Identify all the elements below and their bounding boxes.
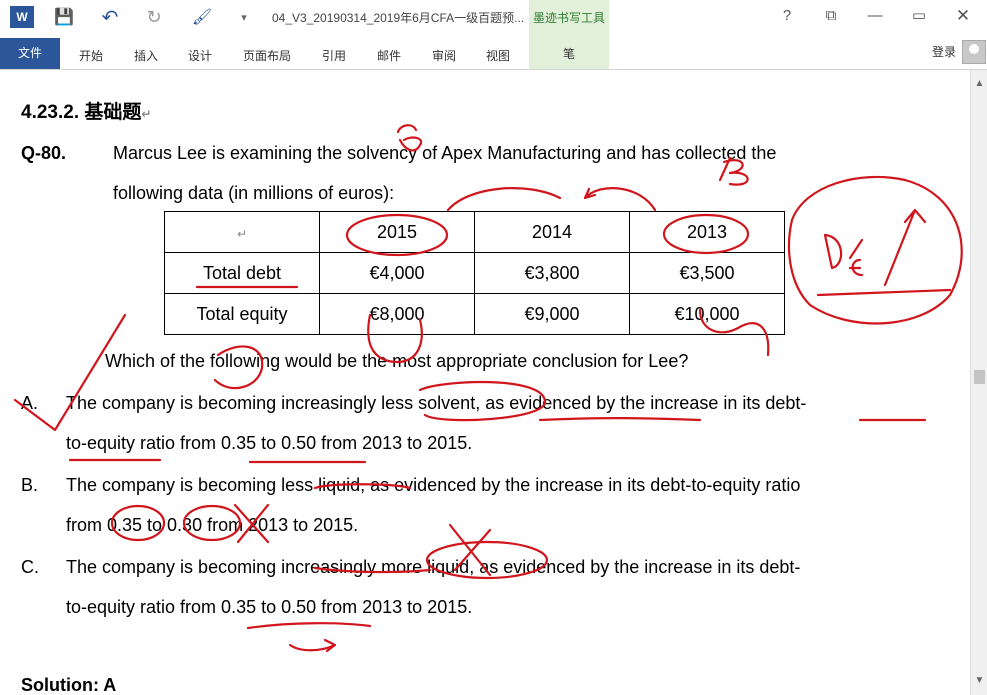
ink-d — [823, 233, 843, 270]
table-row: Total debt €4,000 €3,800 €3,500 — [164, 252, 785, 294]
scroll-up-icon[interactable]: ▲ — [971, 78, 987, 92]
tab-page-layout[interactable]: 页面布局 — [243, 47, 291, 64]
scroll-down-icon[interactable]: ▼ — [971, 675, 987, 689]
save-icon[interactable]: 💾 — [52, 6, 76, 28]
tab-review[interactable]: 审阅 — [432, 47, 456, 64]
table-cell: Total debt — [164, 252, 320, 294]
help-button[interactable]: ? — [772, 4, 802, 28]
option-c-line-2: to-equity ratio from 0.35 to 0.50 from 2… — [66, 597, 473, 617]
ink-underline-de — [816, 288, 952, 297]
question-stem-line-2: following data (in millions of euros): — [113, 183, 395, 203]
redo-icon[interactable]: ↻ — [142, 6, 166, 28]
table-cell: €3,800 — [474, 252, 630, 294]
customize-qat-icon[interactable]: ▾ — [236, 6, 252, 28]
question-prompt: Which of the following would be the most… — [105, 351, 689, 371]
table-header-cell: 2014 — [474, 211, 630, 253]
ink-small-arrow — [288, 638, 337, 653]
table-cell: €10,000 — [629, 293, 785, 335]
table-header-cell: 2013 — [629, 211, 785, 253]
vertical-scrollbar[interactable]: ▲ ▼ — [970, 70, 987, 695]
tab-ink-tools[interactable]: 墨迹书写工具 笔 — [529, 0, 609, 69]
restore-button[interactable]: ▭ — [904, 4, 934, 28]
tab-file[interactable]: 文件 — [0, 38, 60, 69]
document-page[interactable]: 4.23.2. 基础题↵ Q-80. Marcus Lee is examini… — [0, 70, 970, 695]
tab-mailings[interactable]: 邮件 — [377, 47, 401, 64]
question-stem-line-1: Marcus Lee is examining the solvency of … — [113, 143, 777, 163]
option-a-line-1: The company is becoming increasingly les… — [66, 393, 807, 413]
option-b-letter: B. — [21, 475, 39, 495]
tab-view[interactable]: 视图 — [486, 47, 510, 64]
table-row: Total equity €8,000 €9,000 €10,000 — [164, 293, 785, 335]
avatar[interactable] — [962, 40, 986, 64]
table-cell: €9,000 — [474, 293, 630, 335]
tab-references[interactable]: 引用 — [322, 47, 346, 64]
solution-label: Solution: A — [21, 675, 117, 695]
table-cell: €4,000 — [319, 252, 475, 294]
ink-underline-a-line2 — [68, 458, 367, 464]
ink-arrow-2013-2014 — [583, 187, 657, 212]
option-c-line-1: The company is becoming increasingly mor… — [66, 557, 801, 577]
minimize-button[interactable]: — — [860, 4, 890, 28]
data-table: ↵ 2015 2014 2013 Total debt €4,000 €3,80… — [164, 211, 785, 335]
login-link[interactable]: 登录 — [932, 43, 956, 60]
tab-home[interactable]: 开始 — [79, 47, 103, 64]
option-b-line-2: from 0.35 to 0.30 from 2013 to 2015. — [66, 515, 359, 535]
section-heading: 4.23.2. 基础题↵ — [21, 97, 151, 124]
ink-up-arrow — [883, 208, 927, 287]
cell-mark: ↵ — [236, 226, 248, 241]
paragraph-mark: ↵ — [141, 107, 152, 121]
table-cell: Total equity — [164, 293, 320, 335]
ink-arrow-2015-2014 — [446, 187, 562, 212]
option-c-letter: C. — [21, 557, 39, 577]
tab-pen[interactable]: 笔 — [529, 45, 609, 62]
ink-e — [848, 258, 864, 277]
table-cell: €8,000 — [319, 293, 475, 335]
close-button[interactable]: ✕ — [948, 4, 978, 28]
undo-icon[interactable]: ↶ — [98, 6, 122, 29]
word-app-icon[interactable]: W — [10, 6, 34, 28]
question-number: Q-80. — [21, 143, 67, 163]
pen-icon[interactable]: 🖌 — [190, 6, 214, 28]
table-cell: €3,500 — [629, 252, 785, 294]
scroll-thumb[interactable] — [974, 370, 985, 384]
title-bar: W 💾 ↶ ↻ 🖌 ▾ 04_V3_20190314_2019年6月CFA一级百… — [0, 0, 987, 34]
section-heading-text: 4.23.2. 基础题 — [21, 102, 142, 123]
option-b-line-1: The company is becoming less liquid, as … — [66, 475, 801, 495]
ribbon-display-button[interactable]: ⧉ — [816, 4, 846, 28]
table-header-cell: 2015 — [319, 211, 475, 253]
ink-big-circle — [787, 175, 963, 325]
ink-slash — [848, 238, 864, 260]
ink-underline-evidenced — [538, 417, 702, 422]
tab-insert[interactable]: 插入 — [134, 47, 158, 64]
ink-underline-c-line2 — [246, 622, 372, 630]
document-title: 04_V3_20190314_2019年6月CFA一级百题预... — [272, 11, 525, 25]
option-a-line-2: to-equity ratio from 0.35 to 0.50 from 2… — [66, 433, 473, 453]
table-header-cell: ↵ — [164, 211, 320, 253]
table-row: ↵ 2015 2014 2013 — [164, 211, 785, 253]
option-a-letter: A. — [21, 393, 39, 413]
ink-tools-title: 墨迹书写工具 — [532, 11, 605, 25]
tab-design[interactable]: 设计 — [188, 47, 212, 64]
